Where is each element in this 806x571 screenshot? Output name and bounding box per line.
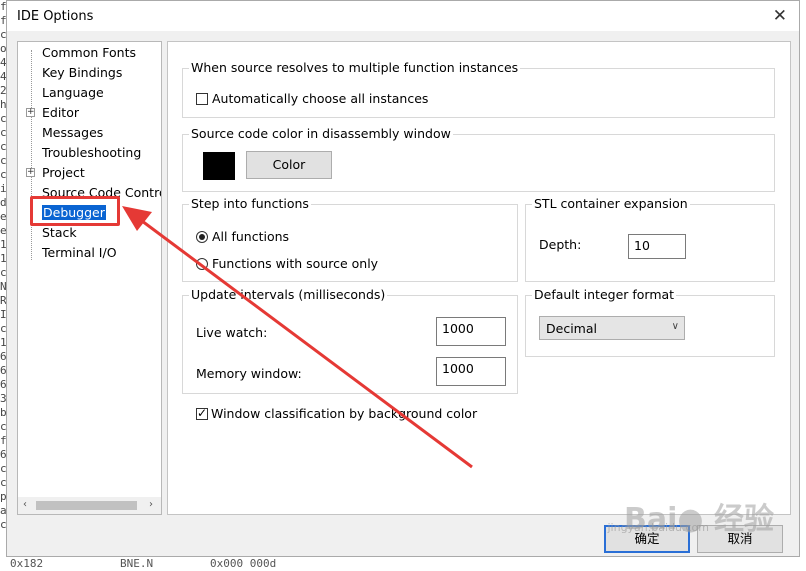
group-title: Default integer format xyxy=(532,287,677,302)
tree-item-stack[interactable]: Stack xyxy=(42,224,77,242)
tree-item-label: Debugger xyxy=(42,205,106,220)
tree-item-terminal-i-o[interactable]: Terminal I/O xyxy=(42,244,117,262)
tree-item-label: Stack xyxy=(42,225,77,240)
ok-button[interactable]: 确定 xyxy=(604,525,690,553)
memory-window-label: Memory window: xyxy=(196,366,302,381)
auto-choose-checkbox[interactable] xyxy=(196,93,208,105)
group-title: STL container expansion xyxy=(532,196,690,211)
update-intervals-group: Update intervals (milliseconds) Live wat… xyxy=(182,288,518,394)
tree-item-label: Common Fonts xyxy=(42,45,137,60)
tree-item-editor[interactable]: + Editor xyxy=(26,104,79,122)
debugger-settings-panel: When source resolves to multiple functio… xyxy=(167,41,791,515)
all-functions-radio[interactable] xyxy=(196,231,208,243)
expand-icon[interactable]: + xyxy=(26,168,35,177)
tree-item-label: Key Bindings xyxy=(42,65,123,80)
window-title: IDE Options xyxy=(17,9,94,24)
tree-item-debugger[interactable]: Debugger xyxy=(42,204,106,222)
title-bar: IDE Options ✕ xyxy=(7,1,799,31)
disassembly-color-group: Source code color in disassembly window … xyxy=(182,127,775,192)
ide-options-dialog: IDE Options ✕ Common Fonts Key Bindings La… xyxy=(6,0,800,557)
tree-item-label: Source Code Contro xyxy=(42,185,162,200)
group-title: Step into functions xyxy=(189,196,311,211)
depth-input[interactable]: 10 xyxy=(628,234,686,259)
functions-with-source-label[interactable]: Functions with source only xyxy=(212,257,378,271)
tree-item-common-fonts[interactable]: Common Fonts xyxy=(42,44,136,62)
depth-label: Depth: xyxy=(539,237,582,252)
tree-item-project[interactable]: + Project xyxy=(26,164,85,182)
options-tree[interactable]: Common Fonts Key Bindings Language + Editor M… xyxy=(17,41,162,515)
scroll-left-icon[interactable]: ‹ xyxy=(23,499,27,510)
tree-item-label: Editor xyxy=(42,105,79,120)
live-watch-input[interactable]: 1000 xyxy=(436,317,506,346)
bg-bottom-text-3: 0x000 000d xyxy=(210,557,277,570)
stl-expansion-group: STL container expansion Depth: 10 xyxy=(525,197,775,282)
multiple-instances-group: When source resolves to multiple functio… xyxy=(182,61,775,118)
tree-item-label: Messages xyxy=(42,125,104,140)
window-classification-checkbox[interactable] xyxy=(196,406,208,420)
tree-item-messages[interactable]: Messages xyxy=(42,124,103,142)
tree-item-source-code-contro[interactable]: Source Code Contro xyxy=(42,184,162,202)
memory-window-input[interactable]: 1000 xyxy=(436,357,506,386)
close-icon[interactable]: ✕ xyxy=(773,6,787,26)
tree-item-label: Language xyxy=(42,85,104,100)
integer-format-select[interactable]: Decimal ∨ xyxy=(539,316,685,340)
tree-item-label: Terminal I/O xyxy=(42,245,117,260)
bg-bottom-text-2: BNE.N xyxy=(120,557,154,570)
expand-icon[interactable]: + xyxy=(26,108,35,117)
group-title: When source resolves to multiple functio… xyxy=(189,60,521,75)
scroll-right-icon[interactable]: › xyxy=(149,499,153,510)
live-watch-label: Live watch: xyxy=(196,325,268,340)
tree-horizontal-scrollbar[interactable]: ‹ › xyxy=(18,497,161,514)
scrollbar-thumb[interactable] xyxy=(36,501,137,510)
tree-item-label: Troubleshooting xyxy=(42,145,142,160)
functions-with-source-radio[interactable] xyxy=(196,258,208,270)
tree-item-key-bindings[interactable]: Key Bindings xyxy=(42,64,122,82)
cancel-button[interactable]: 取消 xyxy=(697,525,783,553)
tree-item-label: Project xyxy=(42,165,85,180)
bg-bottom-text-1: 0x182 xyxy=(10,557,44,570)
color-swatch xyxy=(203,152,235,180)
color-button[interactable]: Color xyxy=(246,151,332,179)
group-title: Source code color in disassembly window xyxy=(189,126,453,141)
tree-item-troubleshooting[interactable]: Troubleshooting xyxy=(42,144,141,162)
chevron-down-icon: ∨ xyxy=(671,321,679,332)
integer-format-value: Decimal xyxy=(546,321,597,336)
group-title: Update intervals (milliseconds) xyxy=(189,287,388,302)
auto-choose-label[interactable]: Automatically choose all instances xyxy=(212,92,428,106)
window-classification-label[interactable]: Window classification by background colo… xyxy=(211,407,477,421)
tree-item-language[interactable]: Language xyxy=(42,84,104,102)
all-functions-label[interactable]: All functions xyxy=(212,230,289,244)
step-into-group: Step into functions All functions Functi… xyxy=(182,197,518,282)
tree-guide-line xyxy=(31,50,33,260)
integer-format-group: Default integer format Decimal ∨ xyxy=(525,288,775,357)
background-code-bottom: 0x182 BNE.N 0x000 000d xyxy=(0,557,806,571)
